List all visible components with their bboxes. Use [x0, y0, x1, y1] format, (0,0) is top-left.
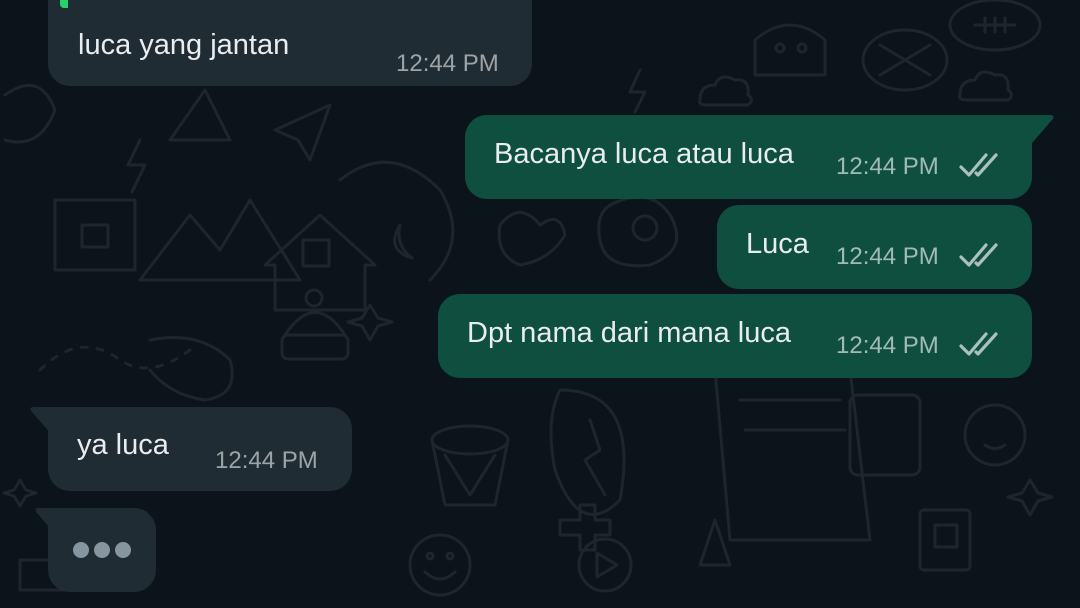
- message-timestamp: 12:44 PM: [836, 332, 939, 359]
- message-text: Dpt nama dari mana luca: [467, 317, 791, 349]
- message-text: Bacanya luca atau luca: [494, 138, 794, 170]
- incoming-message-bubble[interactable]: ya luca 12:44 PM: [48, 407, 352, 491]
- read-double-check-icon: [959, 243, 998, 267]
- message-timestamp: 12:44 PM: [836, 243, 939, 270]
- typing-dots-icon: [73, 542, 89, 558]
- message-timestamp: 12:44 PM: [836, 153, 939, 180]
- message-text: ya luca: [77, 429, 169, 461]
- outgoing-message-bubble[interactable]: Luca 12:44 PM: [717, 205, 1032, 289]
- reply-accent-mark: [60, 0, 68, 8]
- message-timestamp: 12:44 PM: [215, 447, 318, 474]
- read-double-check-icon: [959, 332, 998, 356]
- outgoing-message-bubble[interactable]: Dpt nama dari mana luca 12:44 PM: [438, 294, 1032, 378]
- message-text: luca yang jantan: [78, 29, 290, 61]
- incoming-message-bubble[interactable]: luca yang jantan 12:44 PM: [48, 0, 532, 86]
- message-text: Luca: [746, 228, 809, 260]
- message-timestamp: 12:44 PM: [396, 50, 499, 77]
- outgoing-message-bubble[interactable]: Bacanya luca atau luca 12:44 PM: [465, 115, 1032, 199]
- typing-indicator: [48, 508, 156, 592]
- typing-dots-icon: [94, 542, 110, 558]
- typing-dots-icon: [115, 542, 131, 558]
- read-double-check-icon: [959, 153, 998, 177]
